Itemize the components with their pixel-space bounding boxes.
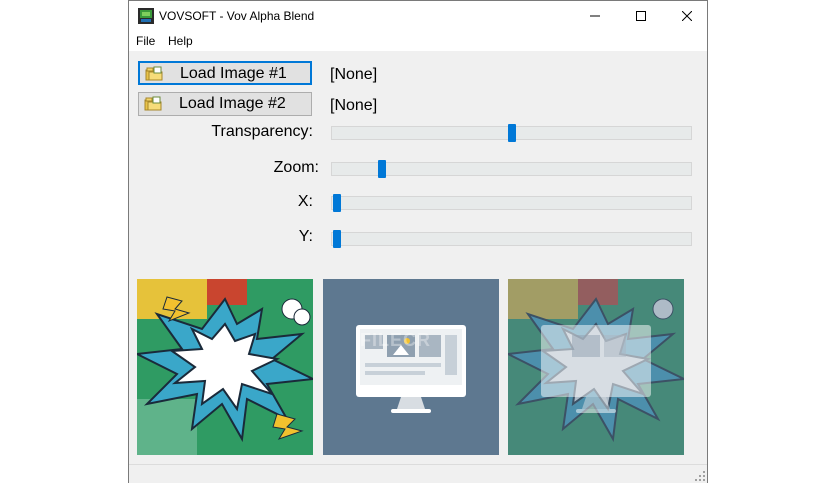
menu-help[interactable]: Help [168,34,193,48]
title-bar[interactable]: VOVSOFT - Vov Alpha Blend [129,1,707,31]
blended-preview [508,279,684,455]
x-label: X: [297,193,313,210]
open-folder-icon [145,66,163,81]
close-button[interactable] [664,1,710,31]
maximize-icon [636,11,646,21]
transparency-label: Transparency: [211,123,313,140]
menu-file[interactable]: File [136,34,155,48]
image-2-path: [None] [330,97,378,114]
status-bar [129,464,707,483]
image-2-preview [323,279,499,455]
x-slider-thumb[interactable] [333,194,341,212]
load-image-2-label: Load Image #2 [179,95,286,112]
transparency-slider[interactable] [331,124,692,142]
window-title: VOVSOFT - Vov Alpha Blend [159,9,315,23]
resize-grip-icon[interactable] [695,471,705,481]
monitor-image [323,279,499,455]
app-window: VOVSOFT - Vov Alpha Blend File Help Load… [128,0,708,483]
comic-burst-image [137,279,313,455]
image-1-path: [None] [330,66,378,83]
y-slider-thumb[interactable] [333,230,341,248]
app-icon [138,8,154,24]
menu-bar: File Help [129,31,707,51]
zoom-slider[interactable] [331,160,692,178]
y-slider[interactable] [331,230,692,248]
zoom-slider-thumb[interactable] [378,160,387,178]
open-folder-icon [144,96,162,111]
blended-image [508,279,684,455]
minimize-icon [590,15,600,17]
image-1-preview [137,279,313,455]
load-image-1-button[interactable]: Load Image #1 [138,61,312,85]
x-slider[interactable] [331,194,692,212]
y-label: Y: [298,228,313,245]
load-image-2-button[interactable]: Load Image #2 [138,92,312,116]
maximize-button[interactable] [618,1,664,31]
minimize-button[interactable] [572,1,618,31]
watermark-text: FILECR [360,330,431,350]
load-image-1-label: Load Image #1 [180,65,287,82]
transparency-slider-thumb[interactable] [507,124,516,142]
zoom-label: Zoom: [273,159,319,176]
close-icon [682,11,692,21]
